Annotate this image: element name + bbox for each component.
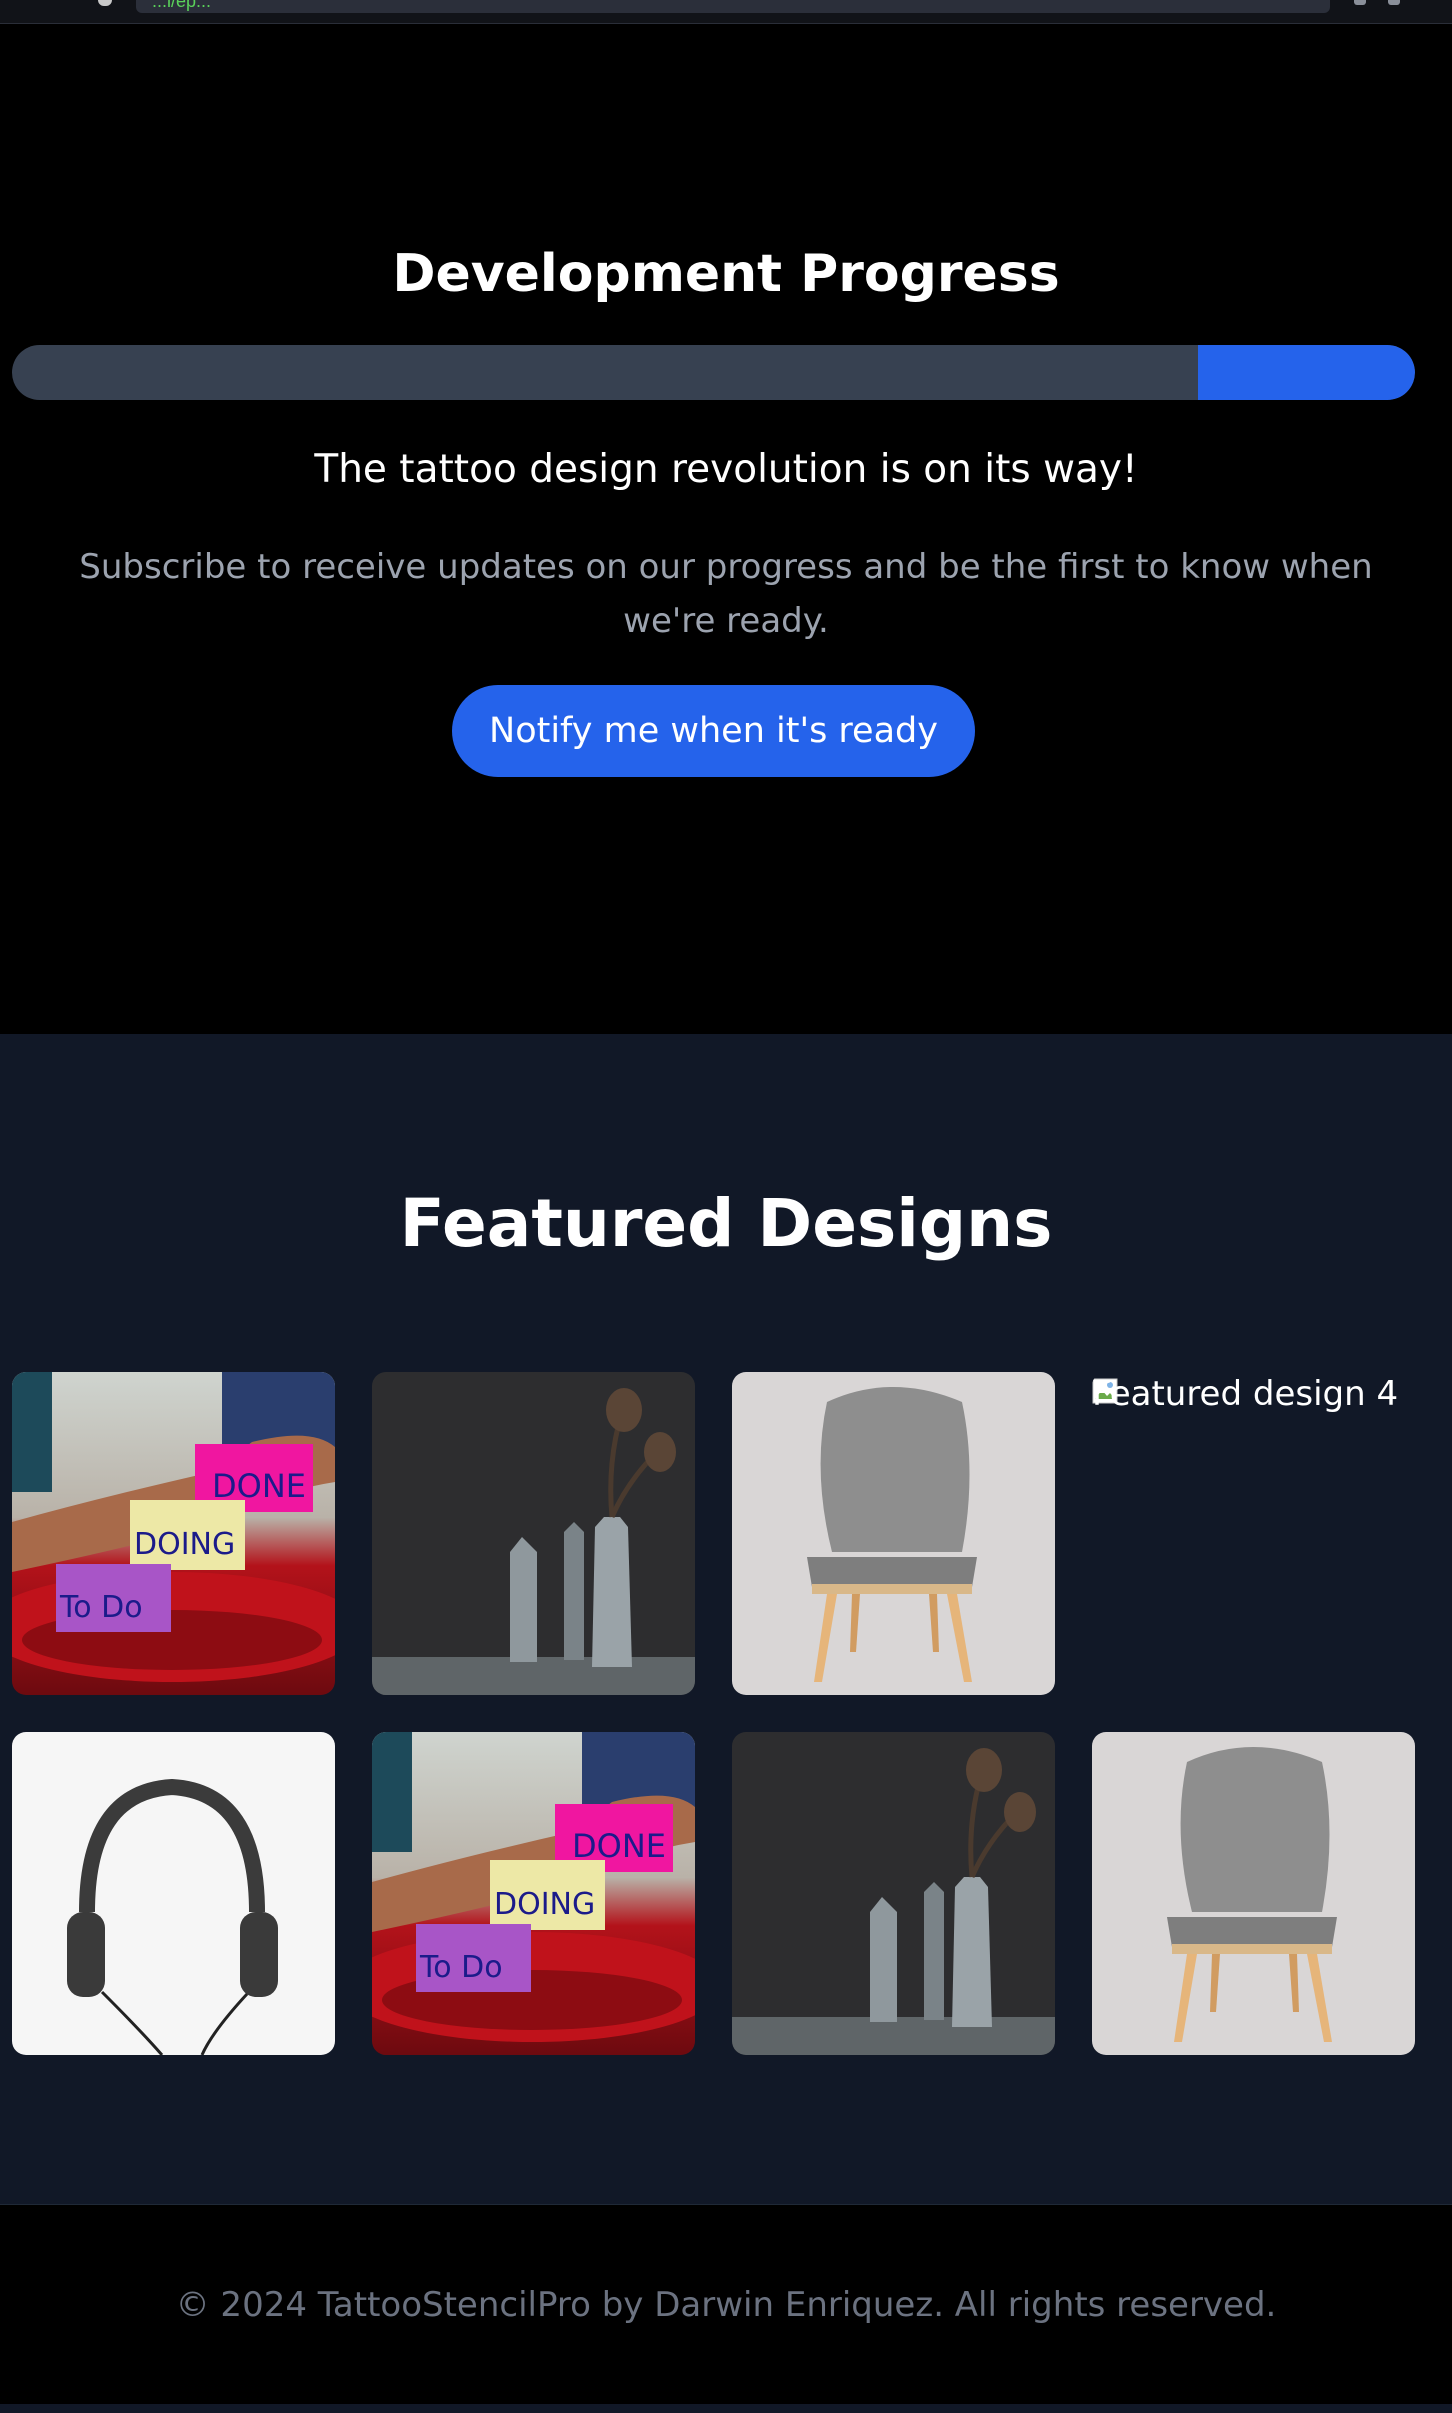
progress-bar-fill [1197,345,1415,400]
svg-text:DONE: DONE [572,1827,666,1865]
notify-me-button[interactable]: Notify me when it's ready [452,685,975,777]
design-image-vases-2[interactable] [732,1732,1055,2055]
svg-text:DOING: DOING [494,1887,595,1922]
browser-profile-icon[interactable] [98,0,112,6]
extension-icon[interactable] [1354,0,1366,5]
menu-icon[interactable] [1388,0,1400,5]
svg-text:DONE: DONE [212,1467,306,1505]
svg-text:DOING: DOING [134,1527,235,1562]
progress-subtitle: Subscribe to receive updates on our prog… [79,547,1373,642]
address-bar-text: ...l/ep... [152,0,212,11]
svg-text:To Do: To Do [419,1950,503,1985]
featured-designs-section: Featured Designs DONE DOING To Do Featur… [0,1034,1452,2204]
broken-image-alt-text: Featured design 4 [1092,1374,1399,1414]
progress-bar-track [12,345,1415,400]
design-image-chair-2[interactable] [1092,1732,1415,2055]
design-image-sticky-notes[interactable]: DONE DOING To Do [12,1372,335,1695]
featured-title: Featured Designs [399,1185,1053,1262]
design-image-broken[interactable]: Featured design 4 [1092,1372,1415,1695]
development-progress-section: Development Progress The tattoo design r… [0,25,1452,1034]
bottom-strip [0,2404,1452,2413]
svg-text:To Do: To Do [59,1590,143,1625]
address-bar[interactable]: ...l/ep... [136,0,1330,13]
design-image-chair[interactable] [732,1372,1055,1695]
browser-top-bar: ...l/ep... [0,0,1452,24]
progress-title: Development Progress [392,244,1060,304]
design-image-headphones[interactable] [12,1732,335,2055]
footer: © 2024 TattooStencilPro by Darwin Enriqu… [0,2204,1452,2404]
footer-copyright: © 2024 TattooStencilPro by Darwin Enriqu… [175,2285,1277,2325]
progress-tagline: The tattoo design revolution is on its w… [314,447,1138,492]
design-image-sticky-notes-2[interactable]: DONE DOING To Do [372,1732,695,2055]
design-image-vases[interactable] [372,1372,695,1695]
